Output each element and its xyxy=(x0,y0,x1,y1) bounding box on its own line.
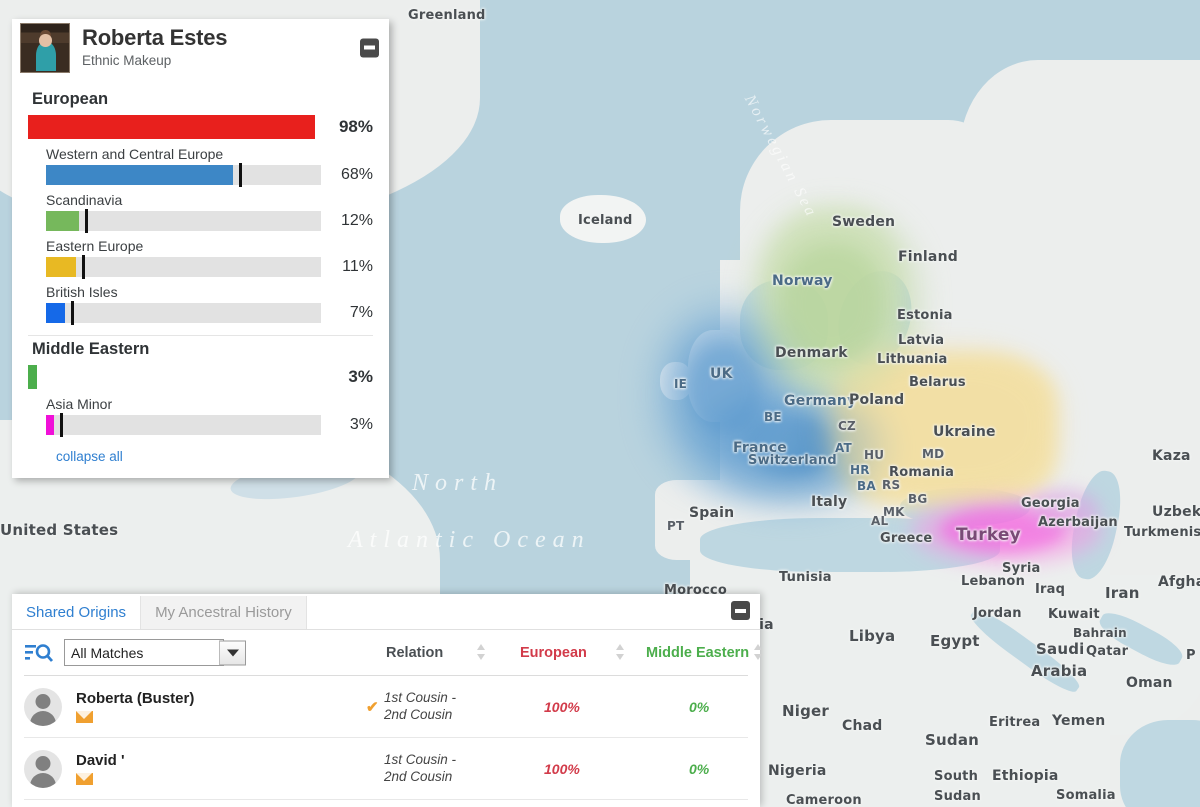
collapse-all-link[interactable]: collapse all xyxy=(28,435,373,478)
envelope-icon[interactable] xyxy=(76,773,93,785)
check-icon: ✔ xyxy=(366,698,379,716)
match-middle-eastern-percent: 0% xyxy=(689,760,710,777)
ethnic-group-bar-row: 98% xyxy=(28,115,373,139)
bar-track xyxy=(28,365,321,389)
avatar xyxy=(24,749,62,788)
ethnic-region-label[interactable]: Western and Central Europe xyxy=(46,146,373,162)
bar-range-marker xyxy=(238,163,242,187)
ethnic-region-label[interactable]: British Isles xyxy=(46,284,373,300)
ethnic-region-bar-row: 12% xyxy=(28,209,373,233)
ethnic-makeup-panel: Roberta Estes Ethnic Makeup European 98% W… xyxy=(12,19,389,478)
bar-range-marker xyxy=(70,301,74,325)
bar-fill xyxy=(46,165,233,185)
minimize-icon[interactable] xyxy=(360,38,379,57)
match-name[interactable]: David ' xyxy=(76,752,125,769)
bar-fill xyxy=(46,303,66,323)
column-header-middle-eastern[interactable]: Middle Eastern xyxy=(646,645,749,661)
bar-fill xyxy=(46,211,79,231)
sort-toggle-middle-eastern[interactable] xyxy=(754,644,763,660)
relation-line-1: 1st Cousin - xyxy=(384,751,457,767)
bar-track xyxy=(46,163,321,187)
ethnic-region-bar-row: 7% xyxy=(28,301,373,325)
ethnic-group-title[interactable]: European xyxy=(32,90,373,109)
match-european-percent: 100% xyxy=(544,698,580,715)
bar-fill xyxy=(28,115,316,139)
bar-fill xyxy=(28,365,37,389)
column-header-european[interactable]: European xyxy=(520,645,587,661)
ethnic-region-label[interactable]: Eastern Europe xyxy=(46,238,373,254)
matches-table-body: Roberta (Buster) ✔ 1st Cousin -2nd Cousin 1… xyxy=(12,676,760,800)
ethnic-group-title[interactable]: Middle Eastern xyxy=(32,340,373,359)
filter-search-icon[interactable] xyxy=(24,641,54,665)
group-divider xyxy=(28,335,373,336)
ethnic-region-percent: 68% xyxy=(340,166,373,183)
match-filter-select[interactable]: All Matches xyxy=(64,639,224,666)
panel-minimize-icon[interactable] xyxy=(731,601,750,620)
ethnic-region-label[interactable]: Scandinavia xyxy=(46,192,373,208)
panel-subtitle: Ethnic Makeup xyxy=(82,52,172,68)
ocean-label: North xyxy=(412,470,504,496)
table-row[interactable]: Roberta (Buster) ✔ 1st Cousin -2nd Cousin 1… xyxy=(24,676,748,738)
ethnic-region-bar-row: 3% xyxy=(28,413,373,437)
avatar xyxy=(24,687,62,726)
bar-fill xyxy=(46,257,77,277)
ethnic-panel-body: European 98% Western and Central Europe 68%… xyxy=(12,76,389,478)
application-window: North Atlantic Ocean Norwegian Sea Greenl… xyxy=(0,0,1200,807)
ethnic-panel-header: Roberta Estes Ethnic Makeup xyxy=(12,19,389,76)
bar-range-marker xyxy=(84,209,88,233)
column-header-relation[interactable]: Relation xyxy=(386,645,443,661)
ethnic-region-bar-row: 11% xyxy=(28,255,373,279)
match-relation: 1st Cousin -2nd Cousin xyxy=(384,752,456,786)
tab-shared-origins[interactable]: Shared Origins xyxy=(12,596,142,629)
bar-fill xyxy=(46,415,55,435)
ethnic-group-bar-row: 3% xyxy=(28,365,373,389)
ethnic-region-percent: 12% xyxy=(340,212,373,229)
bar-track xyxy=(46,209,321,233)
relation-line-1: 1st Cousin - xyxy=(384,689,457,705)
ethnic-region-label[interactable]: Asia Minor xyxy=(46,396,373,412)
landmass-russia-north xyxy=(960,60,1200,360)
shared-origins-panel: Shared Origins My Ancestral History All … xyxy=(12,594,763,807)
sort-toggle-european[interactable] xyxy=(616,644,625,660)
bar-track xyxy=(46,255,321,279)
avatar xyxy=(20,22,70,73)
sea-arabian xyxy=(1120,720,1200,807)
person-name: Roberta Estes xyxy=(82,25,228,51)
sea-black xyxy=(900,488,1030,526)
match-middle-eastern-percent: 0% xyxy=(689,698,710,715)
bar-range-marker xyxy=(81,255,85,279)
match-relation: 1st Cousin -2nd Cousin xyxy=(384,690,456,724)
tab-my-ancestral-history[interactable]: My Ancestral History xyxy=(141,596,307,629)
sort-toggle-relation[interactable] xyxy=(477,644,486,660)
table-row[interactable]: David ' 1st Cousin -2nd Cousin 100% 0% xyxy=(24,738,748,800)
match-european-percent: 100% xyxy=(544,760,580,777)
landmass-ireland xyxy=(660,362,692,400)
relation-line-2: 2nd Cousin xyxy=(384,706,453,722)
bar-range-marker xyxy=(59,413,63,437)
bar-track xyxy=(28,115,321,139)
landmass-britain xyxy=(688,330,750,422)
ethnic-region-percent: 7% xyxy=(349,304,373,321)
sea-mediterranean xyxy=(700,518,1000,572)
ethnic-region-bar-row: 68% xyxy=(28,163,373,187)
filter-bar: All Matches Relation European Middle Eas… xyxy=(12,630,763,675)
match-name[interactable]: Roberta (Buster) xyxy=(76,690,194,707)
sea-north xyxy=(740,280,828,370)
bar-track xyxy=(46,301,321,325)
envelope-icon[interactable] xyxy=(76,711,93,723)
ethnic-region-percent: 3% xyxy=(349,416,373,433)
panel-tabbar: Shared Origins My Ancestral History xyxy=(12,594,760,630)
ethnic-group-percent: 3% xyxy=(348,367,373,386)
relation-line-2: 2nd Cousin xyxy=(384,768,453,784)
landmass-iceland xyxy=(560,195,646,243)
ethnic-region-percent: 11% xyxy=(342,258,373,275)
ethnic-group-percent: 98% xyxy=(338,117,373,136)
bar-track xyxy=(46,413,321,437)
